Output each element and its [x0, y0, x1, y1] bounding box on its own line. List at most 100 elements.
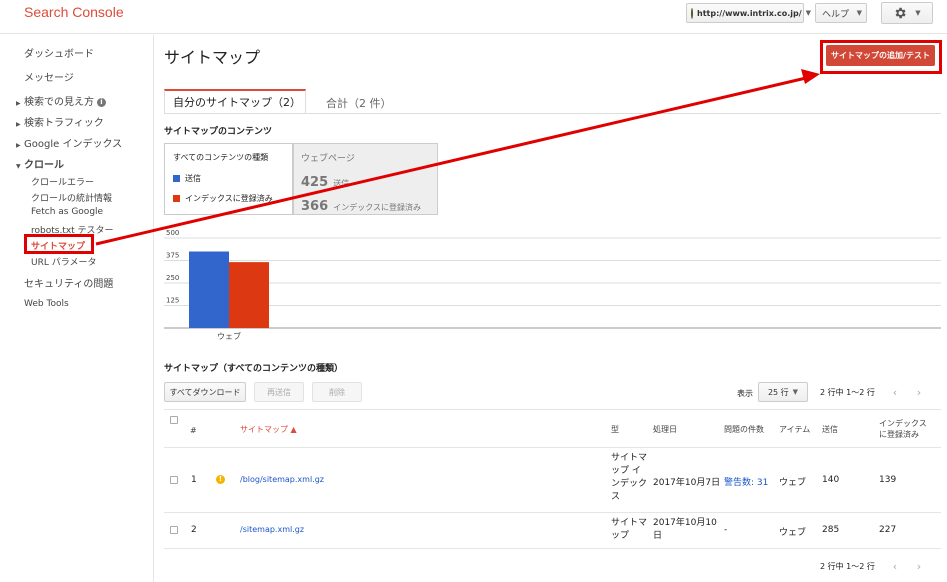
- top-bar: [0, 0, 947, 34]
- submitted-count: 140: [822, 475, 840, 485]
- tab-my-sitemaps[interactable]: 自分のサイトマップ（2）: [164, 89, 306, 113]
- col-header-items[interactable]: アイテム: [779, 424, 810, 435]
- col-header-indexed[interactable]: インデックス に登録済み: [879, 418, 927, 440]
- sidebar-item-search-traffic[interactable]: ▶ 検索トラフィック: [16, 114, 104, 129]
- indexed-count: 139: [879, 475, 897, 485]
- web-submitted-label: 送信: [333, 179, 350, 188]
- delete-button[interactable]: 削除: [312, 382, 362, 402]
- property-url: http://www.intrix.co.jp/: [697, 8, 802, 18]
- type-line: ップ イ: [611, 466, 641, 476]
- issues-link[interactable]: 警告数: 31: [724, 475, 768, 488]
- download-all-button[interactable]: すべてダウンロード: [164, 382, 246, 402]
- y-tick-label: 375: [166, 252, 179, 260]
- select-all-checkbox[interactable]: [170, 416, 178, 424]
- prev-page-icon[interactable]: ‹: [885, 556, 905, 576]
- web-pages-summary[interactable]: ウェブページ 425 送信 366 インデックスに登録済み: [293, 143, 438, 215]
- row-number: 1: [191, 475, 197, 485]
- help-button[interactable]: ヘルプ ▼: [815, 3, 867, 23]
- web-indexed-label: インデックスに登録済み: [333, 203, 421, 212]
- sidebar-item-crawl-stats[interactable]: クロールの統計情報: [31, 191, 112, 204]
- annotation-highlight-box: [24, 234, 94, 254]
- rows-per-page-select[interactable]: 25 行 ▼: [758, 382, 808, 402]
- sidebar-item-label: 検索での見え方: [24, 97, 94, 108]
- tab-all-sitemaps[interactable]: 合計（2 件）: [326, 95, 392, 111]
- next-page-icon[interactable]: ›: [909, 556, 929, 576]
- collapse-triangle-icon: ▼: [16, 163, 21, 170]
- web-indexed-count: 366: [301, 199, 329, 214]
- prev-page-icon[interactable]: ‹: [885, 382, 905, 402]
- row-checkbox[interactable]: [170, 476, 178, 484]
- type-line: ス: [611, 492, 621, 502]
- web-pages-title: ウェブページ: [301, 154, 355, 164]
- warning-icon: !: [216, 475, 225, 484]
- sidebar-item-search-appearance[interactable]: ▶ 検索での見え方 i: [16, 93, 106, 108]
- sidebar-item-dashboard[interactable]: ダッシュボード: [24, 45, 94, 60]
- legend-label: 送信: [185, 174, 201, 183]
- expand-triangle-icon: ▶: [16, 100, 21, 107]
- rows-per-page-label: 表示: [737, 389, 753, 398]
- processed-date: 2017年10月10 日: [653, 517, 717, 543]
- chevron-down-icon: ▼: [805, 9, 812, 17]
- resubmit-button[interactable]: 再送信: [254, 382, 304, 402]
- sidebar-item-google-index[interactable]: ▶ Google インデックス: [16, 135, 122, 150]
- sidebar-item-messages[interactable]: メッセージ: [24, 69, 74, 84]
- sidebar-item-web-tools[interactable]: Web Tools: [24, 299, 69, 309]
- sidebar-item-label: Google インデックス: [24, 139, 123, 150]
- sidebar-item-label: クロール: [24, 160, 64, 171]
- table-bottom-border: [164, 548, 941, 549]
- y-tick-label: 250: [166, 274, 179, 282]
- col-header-issues[interactable]: 問題の件数: [724, 424, 764, 435]
- table-row-divider: [164, 512, 941, 513]
- rows-per-page-value: 25 行: [767, 387, 789, 397]
- sitemap-link[interactable]: /sitemap.xml.gz: [240, 525, 304, 534]
- sidebar-item-crawl-errors[interactable]: クロールエラー: [31, 175, 94, 188]
- row-checkbox[interactable]: [170, 526, 178, 534]
- add-test-sitemap-button[interactable]: サイトマップの追加/テスト: [826, 45, 935, 66]
- col-header-type[interactable]: 型: [611, 424, 619, 435]
- item-type: ウェブ: [779, 528, 807, 538]
- table-top-border: [164, 409, 941, 410]
- date-line: 日: [653, 531, 663, 541]
- property-selector[interactable]: http://www.intrix.co.jp/ ▼: [686, 3, 811, 23]
- col-header-sitemap[interactable]: サイトマップ ▲: [240, 424, 297, 435]
- sitemap-link[interactable]: /blog/sitemap.xml.gz: [240, 475, 324, 484]
- pagination-range-bottom: 2 行中 1～2 行: [820, 562, 875, 571]
- col-header-indexed-line2: に登録済み: [879, 430, 919, 439]
- col-header-submitted[interactable]: 送信: [822, 424, 838, 435]
- date-line: 2017年10月10: [653, 518, 717, 528]
- sidebar-item-fetch-as-google[interactable]: Fetch as Google: [31, 207, 103, 217]
- tabs-divider: [164, 113, 941, 114]
- settings-button[interactable]: ▼: [881, 2, 933, 24]
- legend-item-indexed: インデックスに登録済み: [173, 193, 292, 204]
- annotation-arrow-head: [801, 69, 820, 84]
- sidebar-item-security[interactable]: セキュリティの問題: [24, 275, 113, 290]
- legend-item-submitted: 送信: [173, 173, 292, 184]
- type-line: ップ: [611, 531, 630, 541]
- issues-count: -: [724, 525, 728, 535]
- legend-label: インデックスに登録済み: [185, 194, 273, 203]
- expand-triangle-icon: ▶: [16, 121, 21, 128]
- y-tick-label: 500: [166, 229, 179, 237]
- web-submitted-count: 425: [301, 175, 329, 190]
- site-favicon-icon: [691, 7, 693, 19]
- y-tick-label: 125: [166, 297, 179, 305]
- col-header-processed[interactable]: 処理日: [653, 424, 677, 435]
- web-submitted-row: 425 送信: [301, 171, 437, 190]
- search-console-logo[interactable]: Search Console: [24, 4, 124, 20]
- info-icon[interactable]: i: [97, 98, 106, 107]
- web-indexed-row: 366 インデックスに登録済み: [301, 195, 437, 214]
- sidebar-item-crawl[interactable]: ▼ クロール: [16, 156, 64, 171]
- pagination-range: 2 行中 1～2 行: [820, 388, 875, 397]
- row-number: 2: [191, 525, 197, 535]
- sitemap-type: サイトマ ップ: [611, 517, 647, 543]
- expand-triangle-icon: ▶: [16, 142, 21, 149]
- chevron-down-icon: ▼: [792, 388, 799, 396]
- table-row-divider: [164, 447, 941, 448]
- content-type-legend[interactable]: すべてのコンテンツの種類 送信 インデックスに登録済み: [164, 143, 293, 215]
- sidebar-item-url-parameters[interactable]: URL パラメータ: [31, 255, 96, 268]
- next-page-icon[interactable]: ›: [909, 382, 929, 402]
- col-header-num: #: [190, 426, 197, 435]
- indexed-count: 227: [879, 525, 897, 535]
- gear-icon: [895, 7, 906, 19]
- col-header-indexed-line1: インデックス: [879, 419, 927, 428]
